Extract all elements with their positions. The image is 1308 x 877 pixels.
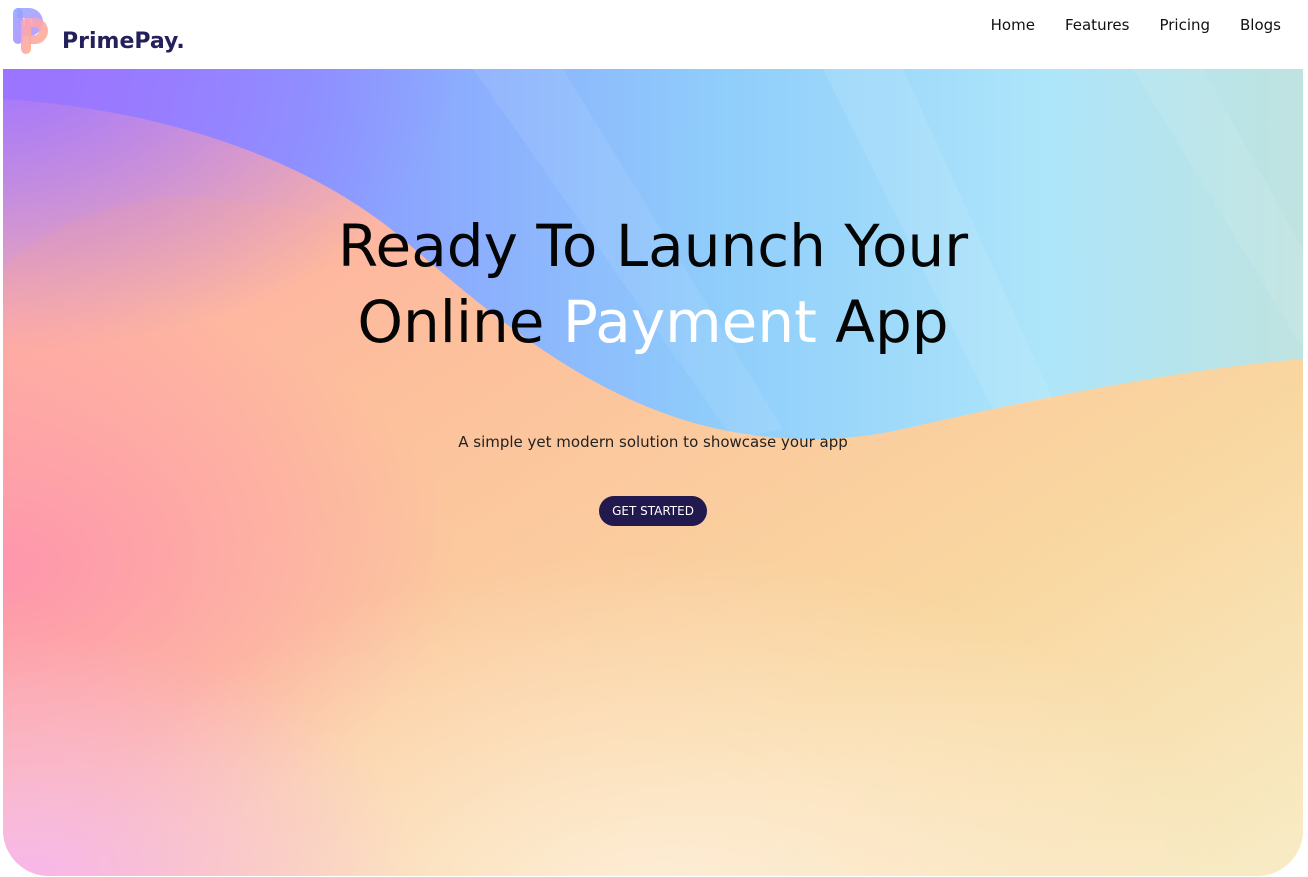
nav-pricing-link[interactable]: Pricing [1159,13,1210,37]
nav-home-link[interactable]: Home [991,13,1035,37]
get-started-button[interactable]: GET STARTED [599,496,707,526]
hero-title-online: Online [357,288,563,356]
hero-title-accent-word: Payment [562,288,817,356]
hero-title: Ready To Launch Your Online Payment App [3,208,1303,360]
hero-subtitle: A simple yet modern solution to showcase… [458,433,848,451]
main-nav: Home Features Pricing Blogs [961,13,1281,37]
hero-section: Ready To Launch Your Online Payment App … [3,69,1303,876]
hero-title-line-2: Online Payment App [3,284,1303,360]
brand-name: PrimePay. [62,28,185,54]
hero-gradient-background [3,69,1303,876]
nav-blogs-link[interactable]: Blogs [1240,13,1281,37]
hero-title-line-1: Ready To Launch Your [337,212,969,280]
hero-title-app: App [816,288,949,356]
nav-features-link[interactable]: Features [1065,13,1130,37]
primepay-p-logo-icon [13,8,48,54]
brand-logo-link[interactable]: PrimePay. [11,6,185,56]
navbar: PrimePay. Home Features Pricing Blogs [0,0,1308,69]
